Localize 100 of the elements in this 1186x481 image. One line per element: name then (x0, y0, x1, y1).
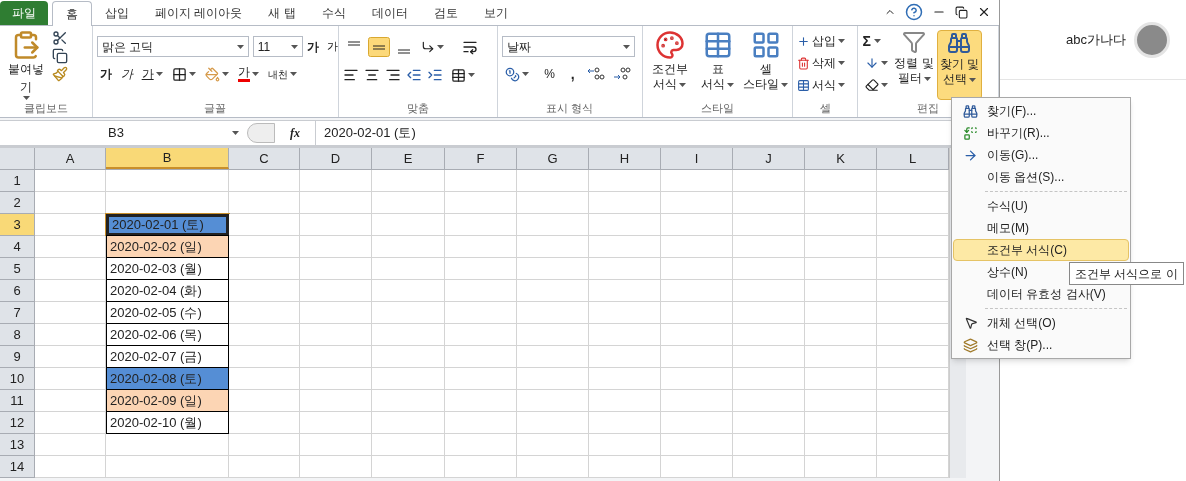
table-cell[interactable]: 2020-02-08 (토) (106, 367, 229, 390)
menu-item[interactable]: 데이터 유효성 검사(V) (953, 283, 1129, 305)
increase-indent-icon[interactable] (426, 67, 443, 83)
font-name-field[interactable]: 맑은 고딕 (96, 36, 249, 57)
table-cell[interactable] (805, 368, 877, 390)
table-cell[interactable] (445, 324, 517, 346)
row-header[interactable]: 14 (0, 456, 35, 478)
menu-item[interactable]: 개체 선택(O) (953, 312, 1129, 334)
cell-button[interactable]: 서식 (796, 74, 845, 96)
table-cell[interactable] (589, 456, 661, 478)
table-cell[interactable] (733, 258, 805, 280)
table-cell[interactable] (661, 324, 733, 346)
table-cell[interactable] (661, 368, 733, 390)
table-cell[interactable] (106, 170, 229, 192)
help-icon[interactable] (905, 3, 923, 21)
table-cell[interactable] (589, 258, 661, 280)
decrease-indent-icon[interactable] (405, 67, 422, 83)
row-header[interactable]: 11 (0, 390, 35, 412)
table-cell[interactable]: 2020-02-02 (일) (106, 235, 229, 258)
style-button[interactable]: 셀 스타일 (742, 30, 789, 100)
table-cell[interactable] (517, 280, 589, 302)
table-cell[interactable] (445, 258, 517, 280)
table-cell[interactable] (35, 324, 106, 346)
table-cell[interactable] (35, 434, 106, 456)
table-cell[interactable] (372, 258, 445, 280)
table-cell[interactable] (517, 258, 589, 280)
column-header[interactable]: K (805, 148, 877, 169)
menu-item[interactable]: 선택 창(P)... (953, 334, 1129, 356)
table-cell[interactable] (589, 214, 661, 236)
table-cell[interactable] (733, 302, 805, 324)
middle-align-icon[interactable] (367, 37, 390, 57)
table-cell[interactable] (733, 214, 805, 236)
table-cell[interactable] (733, 192, 805, 214)
table-cell[interactable] (661, 258, 733, 280)
row-header[interactable]: 3 (0, 214, 35, 236)
table-cell[interactable] (445, 412, 517, 434)
table-cell[interactable] (372, 302, 445, 324)
table-cell[interactable] (733, 324, 805, 346)
table-cell[interactable]: 2020-02-01 (토) (106, 214, 229, 236)
table-cell[interactable] (372, 368, 445, 390)
table-cell[interactable] (229, 390, 300, 412)
table-cell[interactable] (733, 390, 805, 412)
table-cell[interactable] (517, 368, 589, 390)
table-cell[interactable] (805, 192, 877, 214)
increase-decimal-icon[interactable] (586, 67, 605, 81)
cell-button[interactable]: 삭제 (796, 52, 845, 74)
table-cell[interactable] (877, 280, 949, 302)
bold-button[interactable]: 가 (96, 63, 115, 85)
table-cell[interactable] (300, 280, 372, 302)
menu-item[interactable]: 메모(M) (953, 217, 1129, 239)
table-cell[interactable] (805, 214, 877, 236)
column-header[interactable]: B (106, 148, 229, 169)
table-cell[interactable] (106, 456, 229, 478)
table-cell[interactable] (877, 236, 949, 258)
table-cell[interactable] (805, 346, 877, 368)
table-cell[interactable] (589, 324, 661, 346)
table-cell[interactable] (877, 214, 949, 236)
copy-icon[interactable] (52, 48, 68, 64)
table-cell[interactable] (805, 390, 877, 412)
table-cell[interactable] (300, 412, 372, 434)
column-header[interactable]: J (733, 148, 805, 169)
align-center-icon[interactable] (363, 67, 380, 83)
table-cell[interactable] (372, 214, 445, 236)
table-cell[interactable] (877, 434, 949, 456)
name-box[interactable]: B3 (0, 121, 232, 145)
table-cell[interactable] (877, 170, 949, 192)
table-cell[interactable] (35, 258, 106, 280)
table-cell[interactable] (300, 456, 372, 478)
table-cell[interactable]: 2020-02-05 (수) (106, 301, 229, 324)
table-cell[interactable] (229, 368, 300, 390)
menu-item[interactable]: 찾기(F)... (953, 100, 1129, 122)
table-cell[interactable] (877, 192, 949, 214)
ribbon-tab[interactable]: 새 탭 (255, 0, 309, 25)
formula-field[interactable]: 2020-02-01 (토) (315, 121, 947, 145)
row-header[interactable]: 8 (0, 324, 35, 346)
table-cell[interactable] (589, 368, 661, 390)
font-color-button[interactable]: 가 (234, 63, 262, 85)
table-cell[interactable] (35, 192, 106, 214)
row-header[interactable]: 10 (0, 368, 35, 390)
decrease-decimal-icon[interactable] (612, 67, 631, 81)
italic-button[interactable]: 가 (117, 63, 136, 85)
row-header[interactable]: 9 (0, 346, 35, 368)
table-cell[interactable] (445, 214, 517, 236)
table-cell[interactable] (372, 192, 445, 214)
ribbon-tab[interactable]: 삽입 (92, 0, 142, 25)
table-cell[interactable] (805, 280, 877, 302)
table-cell[interactable] (877, 368, 949, 390)
table-cell[interactable] (35, 236, 106, 258)
table-cell[interactable] (35, 390, 106, 412)
cut-icon[interactable] (52, 30, 68, 46)
underline-button[interactable]: 가 (138, 63, 166, 85)
table-cell[interactable] (517, 214, 589, 236)
table-cell[interactable] (661, 280, 733, 302)
row-header[interactable]: 1 (0, 170, 35, 192)
ribbon-tab[interactable]: 데이터 (358, 0, 421, 25)
table-cell[interactable] (589, 170, 661, 192)
table-cell[interactable] (733, 170, 805, 192)
table-cell[interactable] (300, 346, 372, 368)
ribbon-tab[interactable]: 페이지 레이아웃 (142, 0, 256, 25)
table-cell[interactable] (372, 346, 445, 368)
